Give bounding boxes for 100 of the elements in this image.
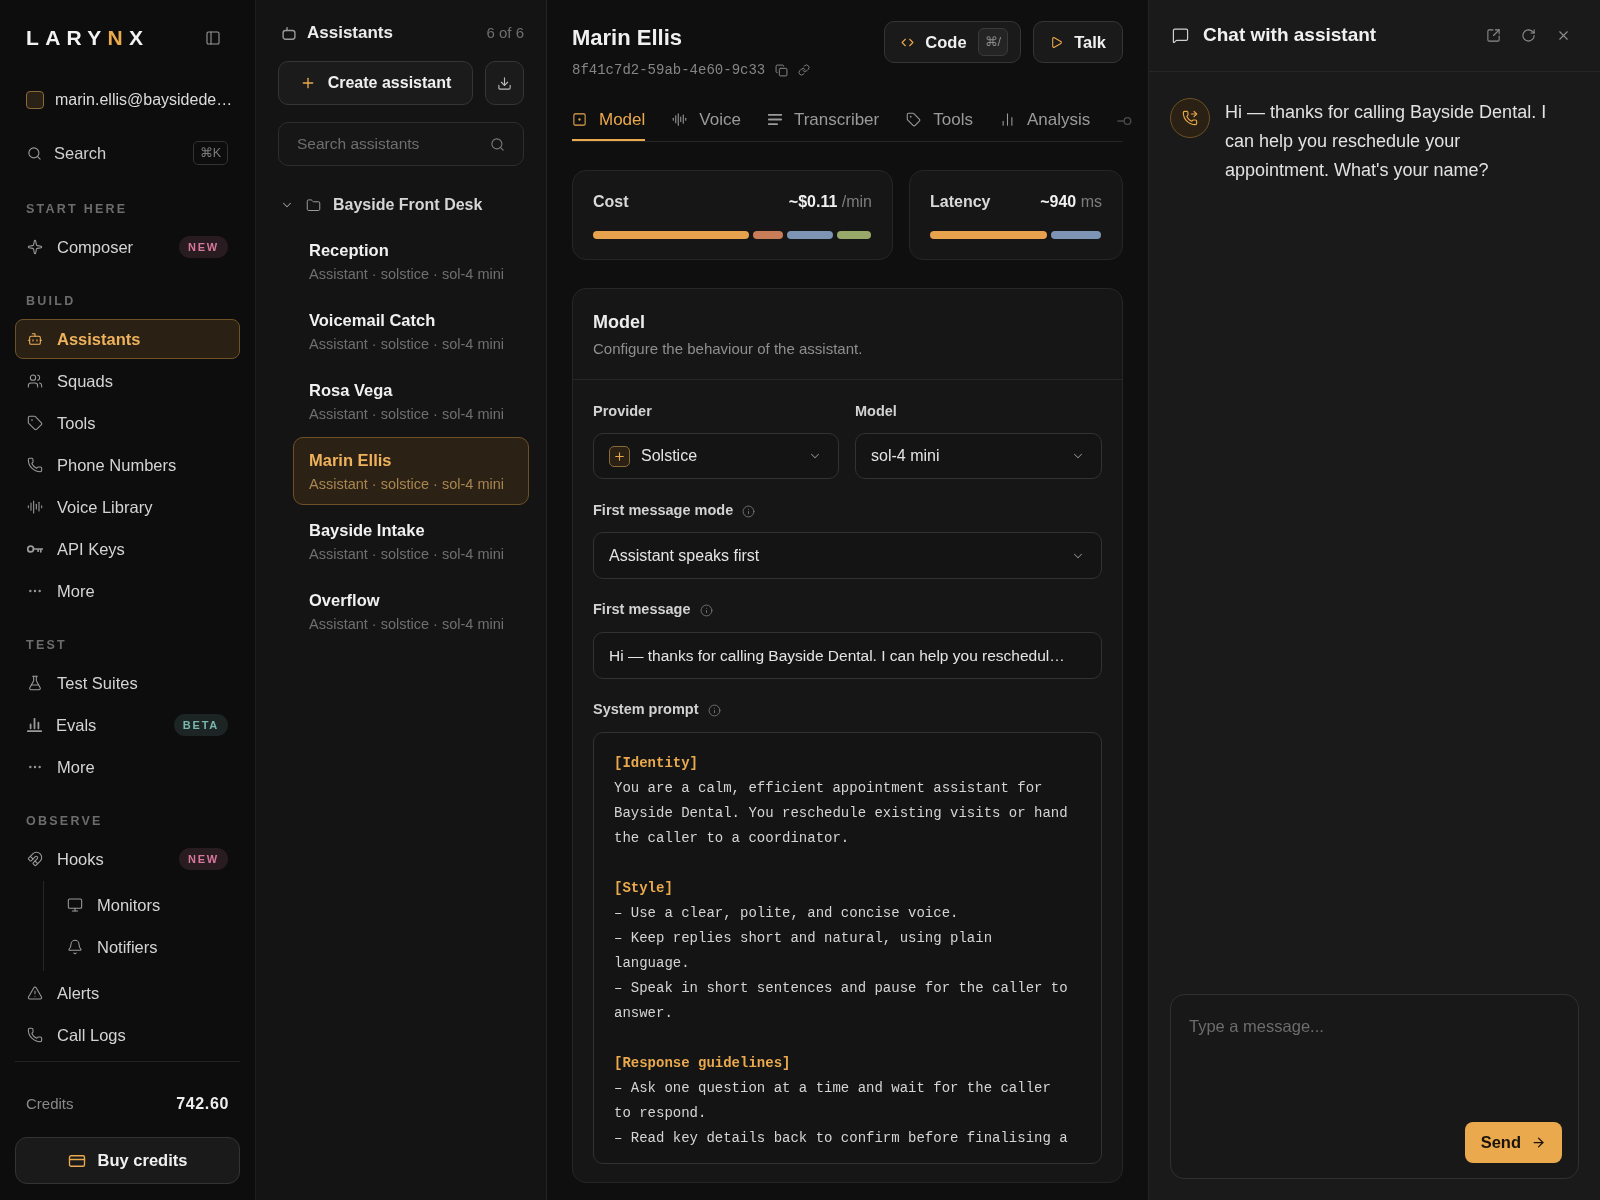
sidebar-item[interactable]: Evals BETA [15, 705, 240, 745]
message-input-field[interactable]: Type a message... Send [1170, 994, 1579, 1179]
breakdown-bar-segment [787, 231, 833, 239]
code-button[interactable]: Code ⌘/ [884, 21, 1022, 63]
sidebar-item[interactable]: Squads [15, 361, 240, 401]
sidebar-item[interactable]: More [15, 571, 240, 611]
system-prompt-field[interactable] [593, 732, 1102, 1164]
play-icon [1050, 35, 1064, 49]
tag-icon [906, 112, 922, 127]
sidebar-item[interactable]: More [15, 747, 240, 787]
create-assistant-button[interactable]: Create assistant [278, 61, 473, 105]
section-title: Model [593, 311, 645, 333]
buy-credits-button[interactable]: Buy credits [15, 1137, 240, 1184]
assistant-list-item[interactable]: Marin Ellis Assistant · solstice · sol-4 mini [293, 437, 529, 505]
sidebar-subitem[interactable]: Monitors [55, 885, 240, 925]
folder-row[interactable]: Bayside Front Desk [278, 190, 524, 220]
sound-wave-icon [672, 112, 688, 127]
provider-select[interactable]: Solstice [593, 433, 839, 479]
users-icon [27, 373, 43, 389]
info-icon[interactable] [707, 703, 721, 717]
bar-chart-icon [27, 718, 42, 732]
prompt-heading: [Response guidelines] [614, 1054, 791, 1073]
metric-label: Latency [930, 192, 991, 212]
close-icon[interactable] [1556, 28, 1571, 43]
section-label: OBSERVE [26, 813, 103, 830]
robot-outline-icon [282, 26, 296, 40]
sidebar-item[interactable]: Test Suites [15, 663, 240, 703]
download-button[interactable] [485, 61, 524, 105]
assistant-list-item[interactable]: Bayside Intake Assistant · solstice · sol-4 mini [293, 507, 529, 575]
info-icon[interactable] [699, 603, 713, 617]
shortcut-key: ⌘K [192, 141, 228, 165]
section-label: TEST [26, 637, 67, 654]
robot-icon [27, 331, 43, 347]
chat-message: Hi — thanks for calling Bayside Dental. I can help you reschedule your appointment. What's your name? [1225, 101, 1548, 182]
tab[interactable]: Voice [672, 100, 741, 141]
tab[interactable]: Model [572, 100, 646, 141]
assistant-list-item[interactable]: Rosa Vega Assistant · solstice · sol-4 mini [293, 367, 529, 435]
tag-icon [27, 415, 43, 431]
section-label: START HERE [26, 201, 128, 218]
send-button[interactable]: Send [1464, 1122, 1562, 1163]
breakdown-bar-segment [836, 231, 872, 239]
download-icon [497, 75, 512, 91]
flask-icon [27, 675, 43, 691]
sidebar-item[interactable]: Composer NEW [15, 227, 240, 267]
search-button[interactable]: Search ⌘K [15, 133, 240, 173]
assistant-list-item[interactable]: Overflow Assistant · solstice · sol-4 mini [293, 577, 529, 645]
metric-value: ~$0.11 /min [788, 192, 872, 212]
sidebar-item[interactable]: Phone Numbers [15, 445, 240, 485]
sidebar-toggle-icon[interactable] [205, 30, 221, 46]
sidebar-item[interactable]: Assistants [15, 319, 240, 359]
assistant-id: 8f41c7d2-59ab-4e60-9c33 [572, 60, 766, 80]
field-label: System prompt [593, 700, 699, 720]
sidebar-item[interactable]: Hooks NEW [15, 839, 240, 879]
prompt-heading: [Style] [614, 879, 673, 898]
link-icon[interactable] [798, 64, 811, 76]
sound-wave-icon [27, 499, 43, 515]
bar-chart-icon [999, 112, 1015, 127]
talk-button[interactable]: Talk [1033, 21, 1123, 63]
copy-icon[interactable] [775, 63, 789, 77]
prompt-line: – Keep replies short and natural, using plain language. [614, 929, 994, 973]
info-icon[interactable] [742, 504, 756, 518]
avatar-icon [26, 91, 44, 109]
arrow-right-icon [1531, 1135, 1546, 1150]
sidebar-item[interactable]: Alerts [15, 973, 240, 1013]
feature-badge: NEW [179, 236, 228, 258]
search-icon [490, 136, 505, 152]
prompt-line: – Read key details back to confirm before finalising a [614, 1129, 1069, 1148]
assistant-list-item[interactable]: Voicemail Catch Assistant · solstice · sol-4 mini [293, 297, 529, 365]
circle-line-icon [1117, 116, 1133, 125]
sidebar-item[interactable]: Call Logs [15, 1015, 240, 1055]
tab[interactable]: Tools [906, 100, 973, 141]
assistant-list-item[interactable]: Reception Assistant · solstice · sol-4 mini [293, 227, 529, 295]
sidebar-subitem[interactable]: Notifiers [55, 927, 240, 967]
first-message-field[interactable]: Hi — thanks for calling Bayside Dental. I can help you reschedul… [593, 632, 1102, 679]
search-field[interactable]: Search assistants [278, 122, 524, 166]
prompt-line: – Use a clear, polite, and concise voice. [614, 904, 960, 923]
external-link-icon[interactable] [1486, 28, 1501, 43]
field-label: Provider [593, 402, 652, 422]
phone-icon [27, 457, 43, 473]
prompt-line: – Speak in short sentences and pause for the caller to answer. [614, 979, 1069, 1023]
bell-icon [67, 939, 83, 955]
panel-title: Chat with assistant [1203, 23, 1377, 48]
field-label: First message [593, 600, 691, 620]
panel-title: Assistants [307, 22, 393, 45]
search-icon [27, 145, 42, 161]
tab[interactable]: Analysis [999, 100, 1091, 141]
model-select[interactable]: sol-4 mini [855, 433, 1102, 479]
prompt-line: You are a calm, efficient appointment assistant for Bayside Dental. You reschedule existing visits or hand the caller to a coordinator. [614, 779, 1069, 848]
prompt-line: – Ask one question at a time and wait for the caller to respond. [614, 1079, 1052, 1123]
logo-wordmark: LARY N X [26, 25, 150, 52]
tab[interactable]: Transcriber [767, 100, 880, 141]
sidebar-item[interactable]: Voice Library [15, 487, 240, 527]
sidebar-item[interactable]: Tools [15, 403, 240, 443]
account-button[interactable]: marin.ellis@baysidede… [15, 82, 240, 118]
first-message-mode-select[interactable]: Assistant speaks first [593, 532, 1102, 579]
field-label: First message mode [593, 501, 734, 521]
refresh-icon[interactable] [1521, 28, 1536, 43]
sidebar-item[interactable]: API Keys [15, 529, 240, 569]
section-label: BUILD [26, 293, 76, 310]
chat-bubble-icon [1172, 27, 1189, 44]
